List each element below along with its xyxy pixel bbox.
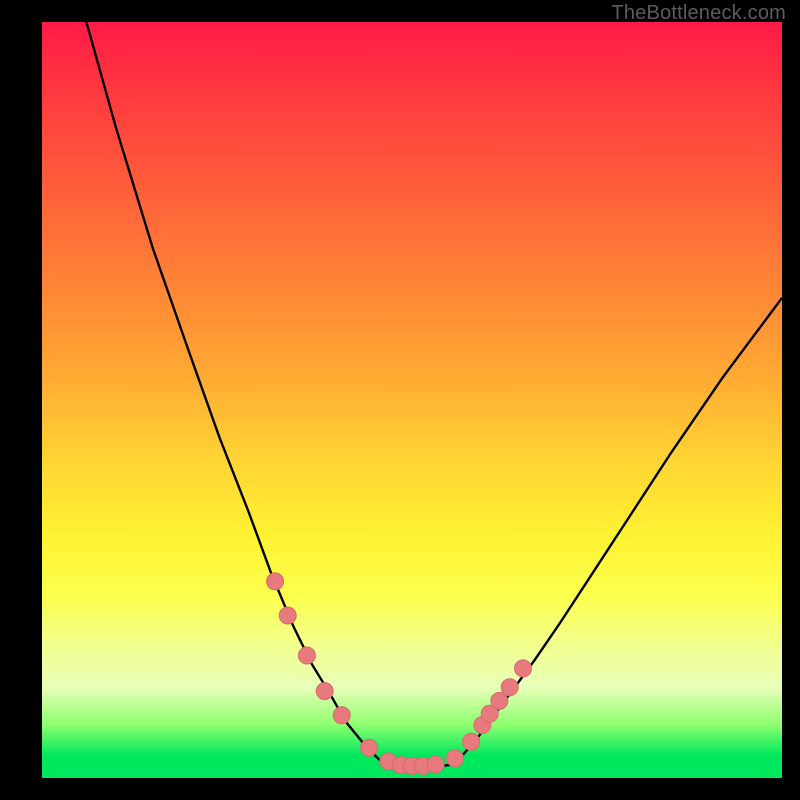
marker-point [316, 683, 333, 700]
chart-frame: TheBottleneck.com [0, 0, 800, 800]
marker-point [279, 607, 296, 624]
marker-point [501, 679, 518, 696]
sample-markers [267, 573, 532, 775]
watermark-text: TheBottleneck.com [611, 2, 786, 25]
marker-point [427, 756, 444, 773]
marker-point [333, 707, 350, 724]
marker-point [463, 733, 480, 750]
marker-point [515, 660, 532, 677]
plot-area [42, 22, 782, 778]
marker-point [267, 573, 284, 590]
bottleneck-curve [86, 22, 782, 767]
marker-point [298, 647, 315, 664]
curve-path [86, 22, 782, 767]
marker-point [446, 750, 463, 767]
curve-layer [42, 22, 782, 778]
marker-point [361, 739, 378, 756]
